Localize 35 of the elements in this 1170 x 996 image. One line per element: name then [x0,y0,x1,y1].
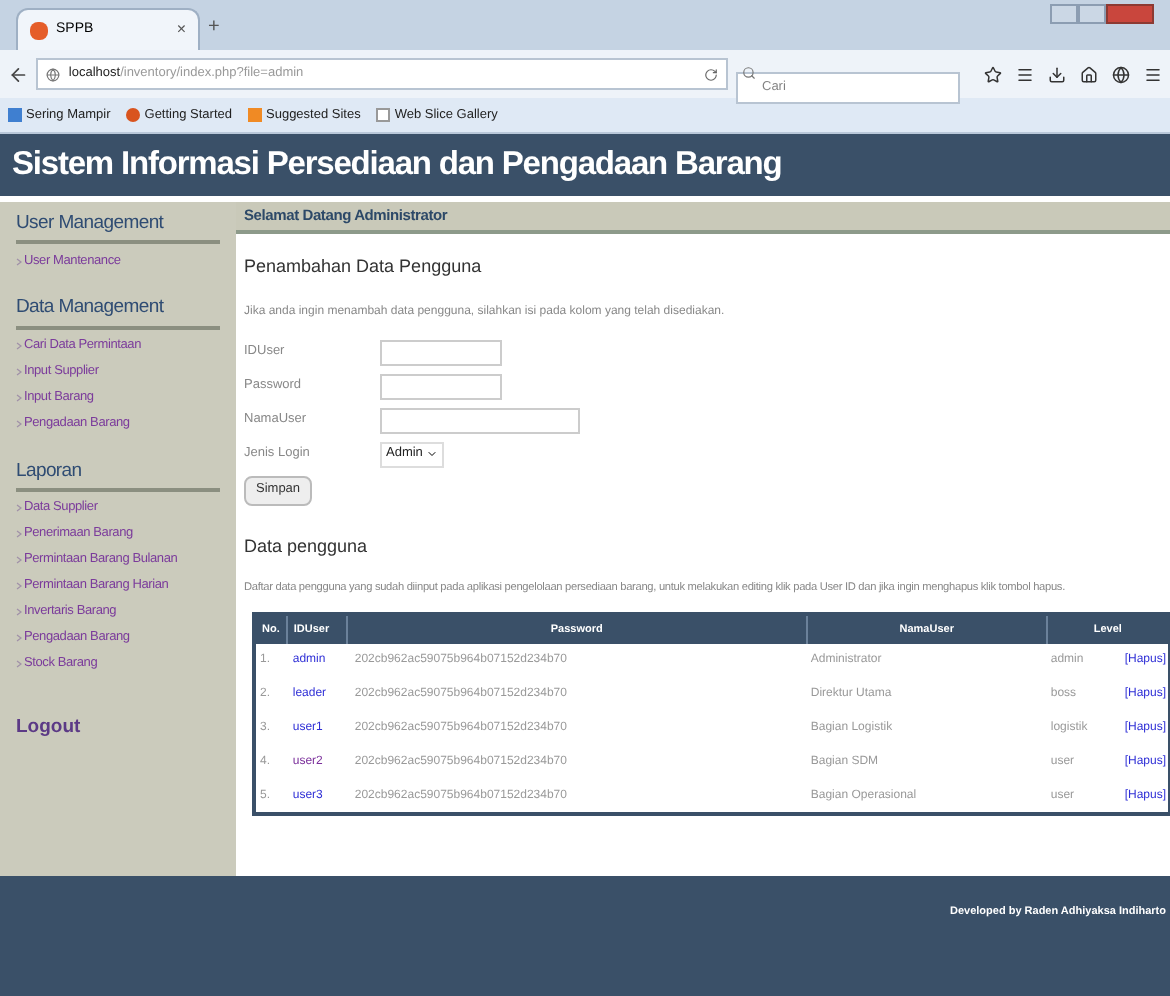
chevron-icon [16,582,22,591]
chevron-icon [16,530,22,539]
chevron-icon [16,420,22,428]
download-icon[interactable] [1048,65,1066,83]
chevron-icon [16,504,22,513]
sidebar-heading: Data Management [16,294,220,329]
logout-link[interactable]: Logout [16,713,220,742]
search-icon [742,66,756,80]
reload-icon[interactable] [704,67,718,81]
back-icon[interactable] [8,63,29,85]
chevron-icon [16,608,22,617]
sidebar-heading: Laporan [16,457,220,492]
home-icon[interactable] [1080,65,1098,83]
site-title: Sistem Informasi Persediaan dan Pengadaan Barang [12,144,782,187]
globe-icon [46,67,61,81]
input-field[interactable] [380,407,580,433]
site-icon [30,21,48,39]
chevron-icon [16,342,22,350]
star-icon[interactable] [984,65,1002,83]
list-icon[interactable] [1016,65,1034,83]
new-tab-button[interactable]: + [208,12,220,42]
tab-close[interactable]: × [176,18,186,42]
input-field[interactable] [380,339,502,365]
form-title: Penambahan Data Pengguna [244,254,484,280]
list-title: Data pengguna [244,533,370,560]
caret-icon [426,448,438,460]
chevron-icon [16,556,22,565]
chevron-icon [16,394,22,402]
chevron-icon [16,368,22,376]
chevron-icon [16,634,22,643]
input-field[interactable] [380,373,502,399]
chevron-icon [16,660,22,669]
menu-icon[interactable] [1144,65,1162,83]
sidebar-heading: User Management [16,210,220,245]
chevron-icon [16,257,22,266]
